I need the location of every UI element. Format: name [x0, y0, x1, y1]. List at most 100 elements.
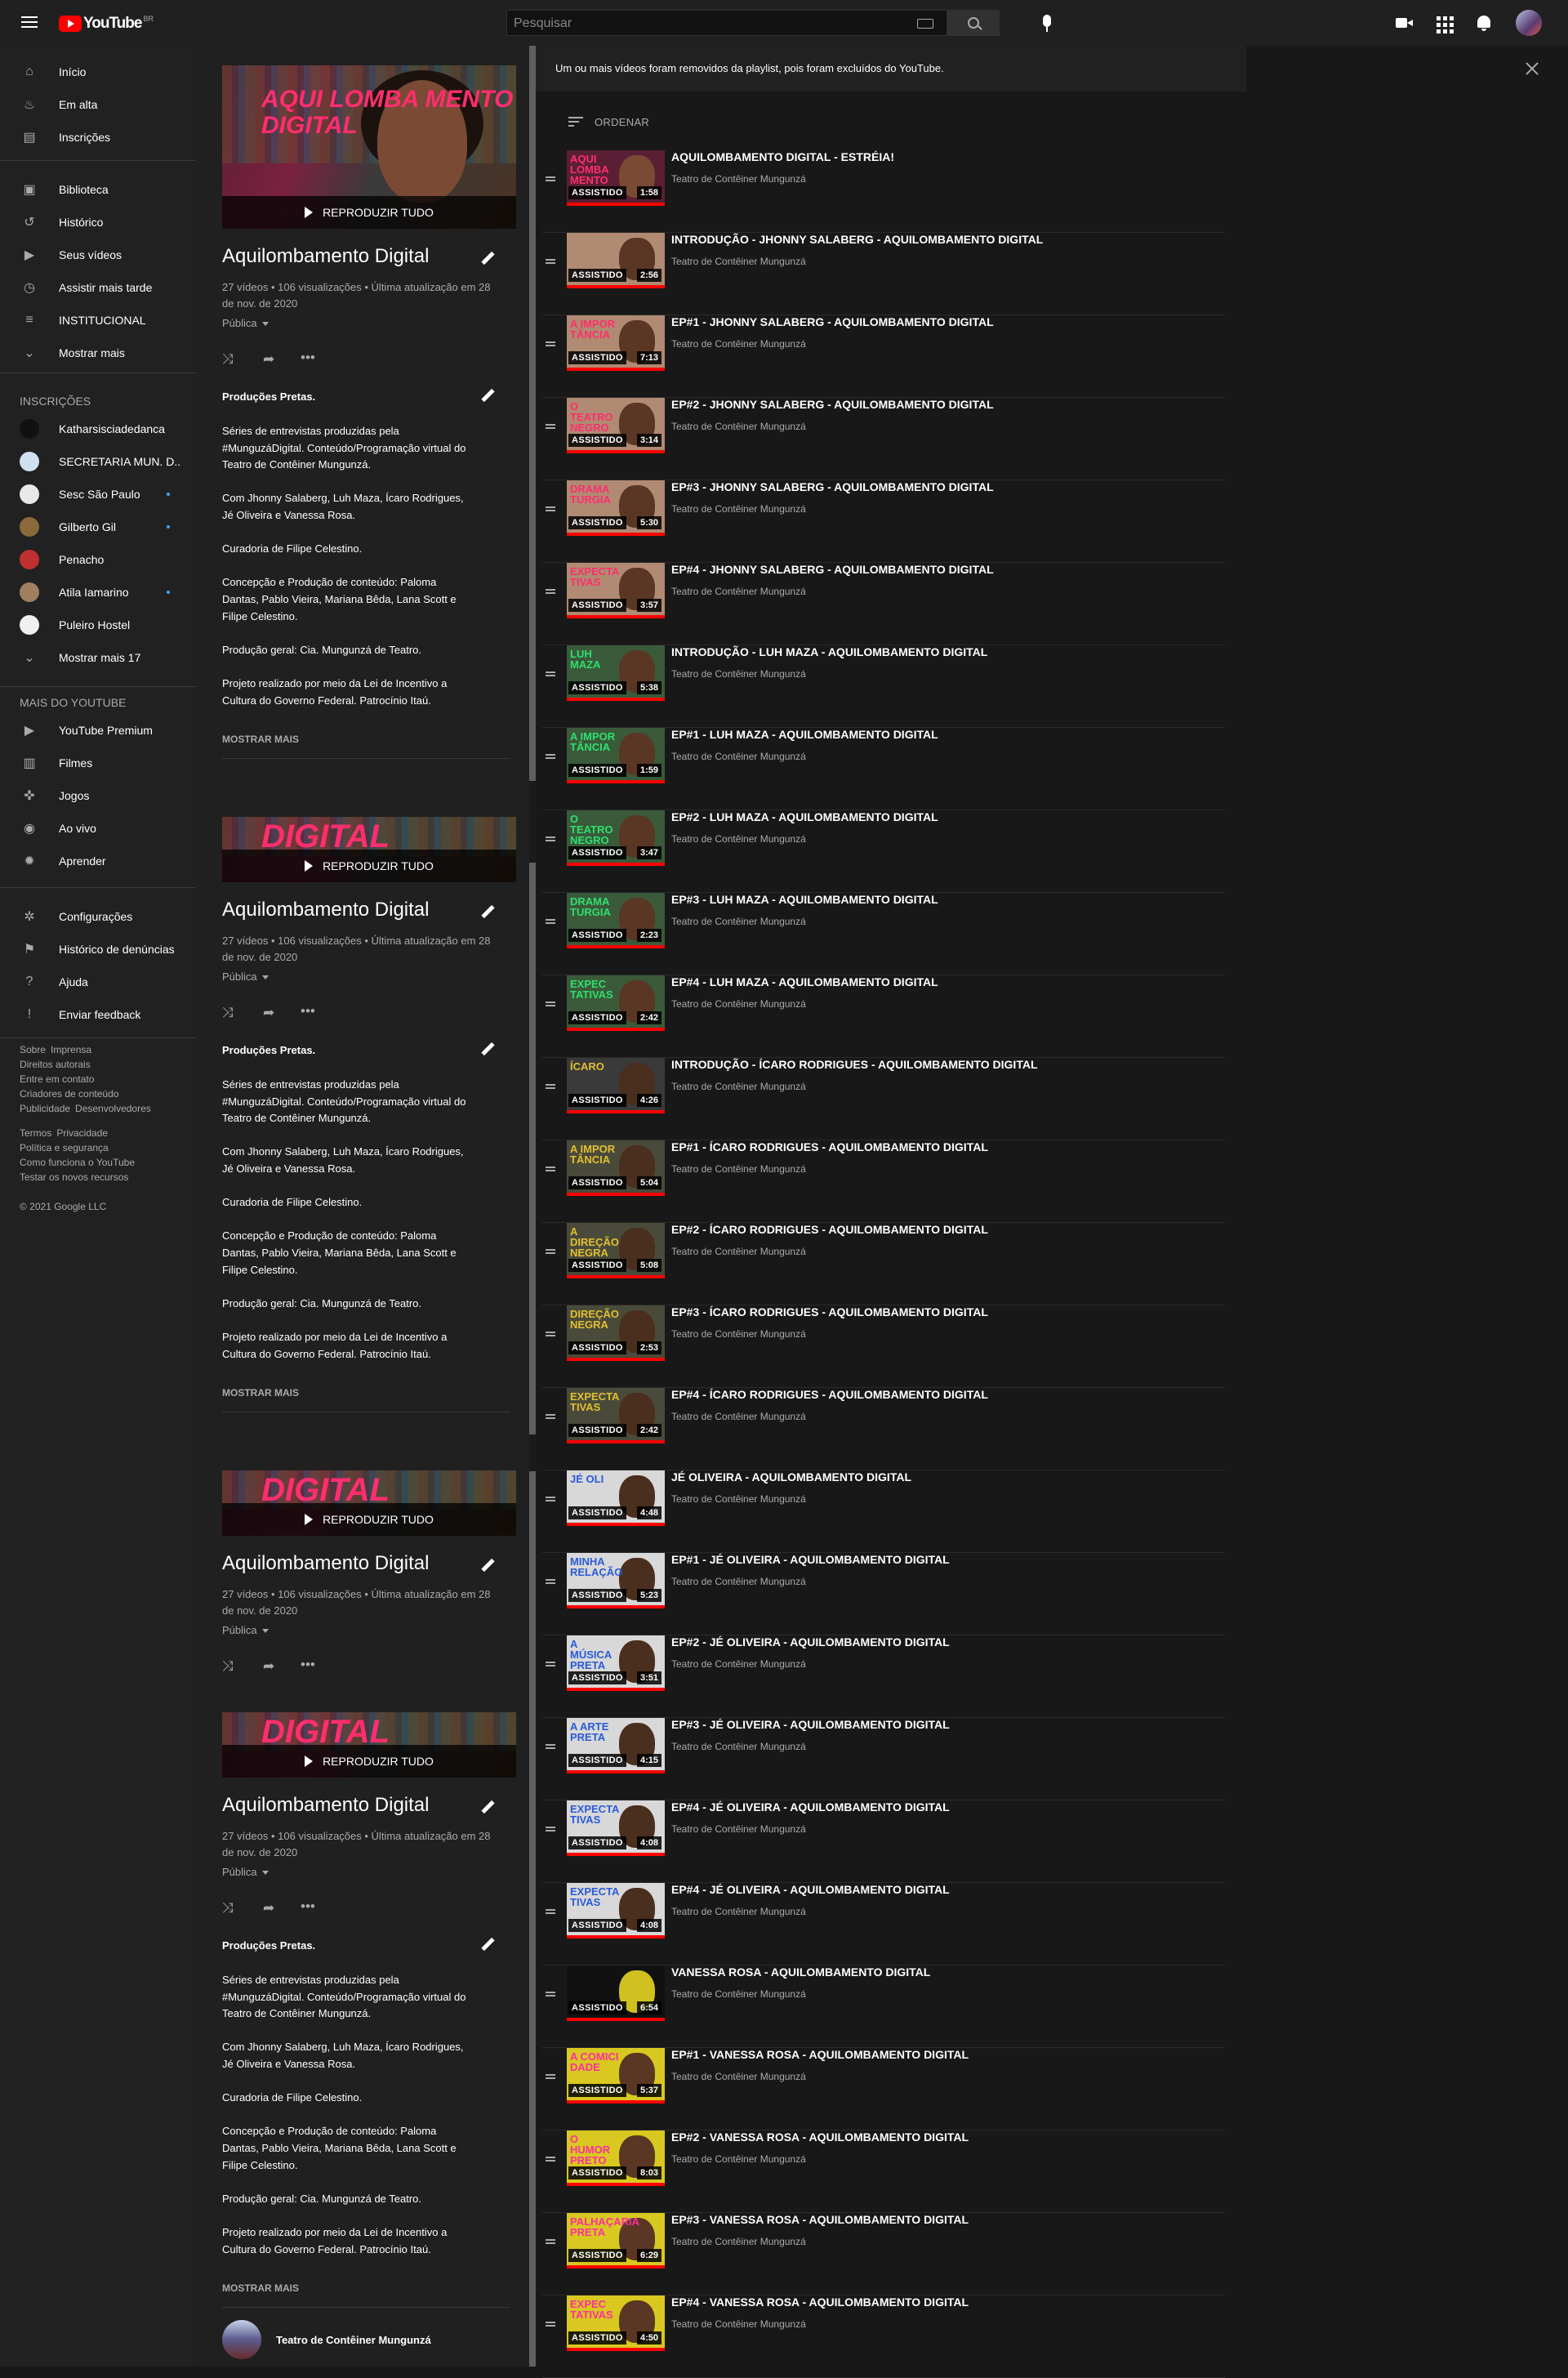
shuffle-icon[interactable]: ⤨: [222, 1658, 234, 1675]
footer-link[interactable]: Direitos autorais: [20, 1059, 91, 1070]
video-channel[interactable]: Teatro de Contêiner Mungunzá: [671, 1411, 806, 1422]
video-channel[interactable]: Teatro de Contêiner Mungunzá: [671, 1658, 806, 1670]
drag-handle-icon[interactable]: [546, 2155, 555, 2163]
video-title[interactable]: EP#4 - LUH MAZA - AQUILOMBAMENTO DIGITAL: [671, 975, 938, 988]
drag-handle-icon[interactable]: [546, 1825, 555, 1833]
video-thumbnail[interactable]: A COMICI DADE ASSISTIDO 5:37: [567, 2048, 665, 2104]
playlist-video-row[interactable]: EXPECTA TIVAS ASSISTIDO 4:08 EP#4 - JÉ OLIV…: [542, 1800, 1225, 1883]
video-thumbnail[interactable]: O TEATRO NEGRO ASSISTIDO 3:14: [567, 398, 665, 453]
playlist-video-row[interactable]: O TEATRO NEGRO ASSISTIDO 3:14 EP#2 - JHONNY…: [542, 398, 1225, 480]
drag-handle-icon[interactable]: [546, 2320, 555, 2328]
video-title[interactable]: EP#3 - LUH MAZA - AQUILOMBAMENTO DIGITAL: [671, 893, 938, 906]
video-title[interactable]: EP#2 - VANESSA ROSA - AQUILOMBAMENTO DIG…: [671, 2130, 969, 2144]
video-channel[interactable]: Teatro de Contêiner Mungunzá: [671, 1163, 806, 1175]
show-more-link[interactable]: MOSTRAR MAIS: [222, 1387, 299, 1399]
video-title[interactable]: AQUILOMBAMENTO DIGITAL - ESTRÉIA!: [671, 150, 894, 163]
video-channel[interactable]: Teatro de Contêiner Mungunzá: [671, 2236, 806, 2247]
playlist-video-row[interactable]: A ARTE PRETA ASSISTIDO 4:15 EP#3 - JÉ OLIVE…: [542, 1718, 1225, 1800]
video-title[interactable]: EP#1 - VANESSA ROSA - AQUILOMBAMENTO DIG…: [671, 2048, 969, 2061]
video-title[interactable]: EP#2 - ÍCARO RODRIGUES - AQUILOMBAMENTO …: [671, 1223, 988, 1236]
sidebar-item-enviar-feedback[interactable]: ! Enviar feedback: [0, 998, 196, 1031]
video-channel[interactable]: Teatro de Contêiner Mungunzá: [671, 1988, 806, 2000]
footer-link[interactable]: Termos: [20, 1127, 51, 1139]
video-channel[interactable]: Teatro de Contêiner Mungunzá: [671, 1246, 806, 1257]
video-channel[interactable]: Teatro de Contêiner Mungunzá: [671, 2071, 806, 2082]
playlist-video-row[interactable]: PALHAÇARIA PRETA ASSISTIDO 6:29 EP#3 - VANE…: [542, 2213, 1225, 2295]
sidebar-item-mostrar-mais[interactable]: ⌄ Mostrar mais: [0, 337, 196, 369]
sidebar-item-ao-vivo[interactable]: ◉ Ao vivo: [0, 812, 196, 845]
video-title[interactable]: EP#2 - LUH MAZA - AQUILOMBAMENTO DIGITAL: [671, 810, 938, 823]
owner-avatar[interactable]: [222, 2320, 261, 2359]
drag-handle-icon[interactable]: [546, 257, 555, 265]
create-video-icon[interactable]: [1396, 15, 1414, 31]
drag-handle-icon[interactable]: [546, 422, 555, 431]
sort-button[interactable]: ORDENAR: [568, 114, 649, 129]
search-button[interactable]: [947, 10, 1000, 36]
more-options-icon[interactable]: •••: [301, 1003, 315, 1019]
close-icon[interactable]: [1524, 60, 1540, 77]
footer-link[interactable]: Desenvolvedores: [75, 1103, 151, 1114]
video-title[interactable]: INTRODUÇÃO - LUH MAZA - AQUILOMBAMENTO D…: [671, 645, 987, 658]
subscription-item[interactable]: Atila Iamarino: [0, 576, 196, 609]
sidebar-item-em-alta[interactable]: ♨ Em alta: [0, 88, 196, 121]
video-thumbnail[interactable]: A IMPOR TÂNCIA ASSISTIDO 5:04: [567, 1140, 665, 1196]
search-input[interactable]: Pesquisar: [506, 10, 947, 36]
drag-handle-icon[interactable]: [546, 1990, 555, 1998]
sidebar-item-inscri-es[interactable]: ▤ Inscrições: [0, 121, 196, 154]
drag-handle-icon[interactable]: [546, 1000, 555, 1008]
privacy-dropdown[interactable]: Pública: [222, 1866, 269, 1878]
drag-handle-icon[interactable]: [546, 587, 555, 596]
share-icon[interactable]: ➦: [263, 1900, 274, 1916]
video-thumbnail[interactable]: A IMPOR TÂNCIA ASSISTIDO 7:13: [567, 315, 665, 371]
playlist-video-row[interactable]: EXPECTA TIVAS ASSISTIDO 2:42 EP#4 - ÍCARO R…: [542, 1388, 1225, 1470]
playlist-thumbnail[interactable]: DIGITAL REPRODUZIR TUDO: [222, 817, 516, 882]
edit-pencil-icon[interactable]: [480, 1937, 495, 1952]
privacy-dropdown[interactable]: Pública: [222, 1624, 269, 1636]
drag-handle-icon[interactable]: [546, 1742, 555, 1751]
sidebar-item-aprender[interactable]: ✹ Aprender: [0, 845, 196, 877]
playlist-video-row[interactable]: ASSISTIDO 2:56 INTRODUÇÃO - JHONNY SALABER…: [542, 233, 1225, 315]
video-title[interactable]: EP#3 - JÉ OLIVEIRA - AQUILOMBAMENTO DIGI…: [671, 1718, 950, 1731]
footer-link[interactable]: Como funciona o YouTube: [20, 1157, 135, 1168]
drag-handle-icon[interactable]: [546, 752, 555, 761]
video-thumbnail[interactable]: ASSISTIDO 6:54: [567, 1965, 665, 2021]
owner-name[interactable]: Teatro de Contêiner Mungunzá: [276, 2334, 431, 2346]
share-icon[interactable]: ➦: [263, 351, 274, 368]
video-thumbnail[interactable]: MINHA RELAÇÃO ASSISTIDO 5:23: [567, 1553, 665, 1608]
sidebar-item-ajuda[interactable]: ? Ajuda: [0, 966, 196, 998]
video-title[interactable]: EP#1 - ÍCARO RODRIGUES - AQUILOMBAMENTO …: [671, 1140, 988, 1153]
sidebar-item-hist-rico[interactable]: ↺ Histórico: [0, 206, 196, 239]
video-thumbnail[interactable]: EXPEC TATIVAS ASSISTIDO 2:42: [567, 975, 665, 1031]
playlist-video-row[interactable]: ASSISTIDO 6:54 VANESSA ROSA - AQUILOMBAMEN…: [542, 1965, 1225, 2048]
video-thumbnail[interactable]: A DIREÇÃO NEGRA ASSISTIDO 5:08: [567, 1223, 665, 1278]
edit-pencil-icon[interactable]: [480, 1042, 495, 1057]
drag-handle-icon[interactable]: [546, 670, 555, 678]
video-title[interactable]: JÉ OLIVEIRA - AQUILOMBAMENTO DIGITAL: [671, 1470, 911, 1483]
playlist-thumbnail[interactable]: DIGITAL REPRODUZIR TUDO: [222, 1712, 516, 1778]
more-options-icon[interactable]: •••: [301, 350, 315, 366]
sidebar-item-biblioteca[interactable]: ▣ Biblioteca: [0, 173, 196, 206]
footer-link[interactable]: Privacidade: [56, 1127, 108, 1139]
video-thumbnail[interactable]: A MÚSICA PRETA ASSISTIDO 3:51: [567, 1635, 665, 1691]
playlist-video-row[interactable]: EXPEC TATIVAS ASSISTIDO 4:50 EP#4 - VANESSA…: [542, 2295, 1225, 2378]
video-thumbnail[interactable]: EXPECTA TIVAS ASSISTIDO 2:42: [567, 1388, 665, 1443]
share-icon[interactable]: ➦: [263, 1005, 274, 1021]
shuffle-icon[interactable]: ⤨: [222, 1005, 234, 1021]
video-thumbnail[interactable]: DIREÇÃO NEGRA ASSISTIDO 2:53: [567, 1305, 665, 1361]
keyboard-icon[interactable]: [917, 19, 933, 29]
playlist-video-row[interactable]: LUH MAZA ASSISTIDO 5:38 INTRODUÇÃO - LUH MA…: [542, 645, 1225, 728]
video-title[interactable]: VANESSA ROSA - AQUILOMBAMENTO DIGITAL: [671, 1965, 930, 1979]
sidebar-item-filmes[interactable]: ▥ Filmes: [0, 747, 196, 779]
video-thumbnail[interactable]: EXPEC TATIVAS ASSISTIDO 4:50: [567, 2295, 665, 2351]
share-icon[interactable]: ➦: [263, 1658, 274, 1675]
play-all-button[interactable]: REPRODUZIR TUDO: [222, 1745, 516, 1778]
sidebar-item-institucional[interactable]: ≡ INSTITUCIONAL: [0, 304, 196, 337]
drag-handle-icon[interactable]: [546, 1907, 555, 1916]
video-channel[interactable]: Teatro de Contêiner Mungunzá: [671, 503, 806, 515]
video-title[interactable]: EP#4 - JÉ OLIVEIRA - AQUILOMBAMENTO DIGI…: [671, 1800, 950, 1814]
video-thumbnail[interactable]: ASSISTIDO 2:56: [567, 233, 665, 288]
playlist-owner[interactable]: Teatro de Contêiner Mungunzá: [222, 2320, 431, 2359]
playlist-video-row[interactable]: EXPECTA TIVAS ASSISTIDO 4:08 EP#4 - JÉ OLIV…: [542, 1883, 1225, 1965]
drag-handle-icon[interactable]: [546, 1247, 555, 1256]
video-channel[interactable]: Teatro de Contêiner Mungunzá: [671, 2318, 806, 2330]
